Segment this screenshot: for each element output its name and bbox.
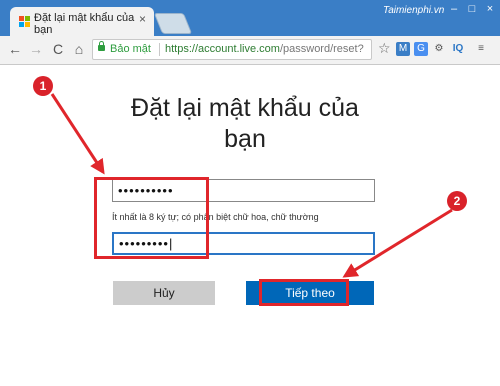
close-window-icon[interactable]: ×	[482, 2, 498, 16]
browser-tab[interactable]: Đặt lại mật khẩu của bạn ×	[10, 7, 154, 36]
settings-extension-icon[interactable]: ⚙	[432, 42, 446, 56]
annotation-badge-1: 1	[33, 76, 53, 96]
watermark-brand: Taimienphi.vn	[383, 5, 445, 16]
browser-toolbar: ← → C ⌂ Bảo mật https://account.live.com…	[0, 36, 500, 65]
lock-icon	[98, 41, 105, 51]
bookmark-star-icon[interactable]: ☆	[378, 40, 391, 57]
tab-title: Đặt lại mật khẩu của bạn	[34, 12, 135, 36]
cancel-button[interactable]: Hủy	[113, 281, 215, 305]
home-icon[interactable]: ⌂	[70, 40, 88, 58]
tab-strip: Đặt lại mật khẩu của bạn × Taimienphi.vn…	[0, 0, 500, 36]
extension-icon[interactable]: M	[396, 42, 410, 56]
browser-window: Đặt lại mật khẩu của bạn × Taimienphi.vn…	[0, 0, 500, 386]
iq-extension-icon[interactable]: IQ	[451, 42, 465, 56]
url-divider	[159, 43, 160, 56]
url-host: https://account.live.com	[165, 43, 280, 55]
tab-close-icon[interactable]: ×	[139, 12, 146, 26]
annotation-badge-2: 2	[447, 191, 467, 211]
microsoft-logo-icon	[19, 16, 30, 27]
minimize-icon[interactable]: –	[446, 2, 462, 16]
reload-icon[interactable]: C	[49, 40, 67, 58]
back-icon[interactable]: ←	[6, 40, 24, 58]
annotation-box-fields	[94, 177, 209, 259]
annotation-box-next	[259, 279, 349, 306]
forward-icon[interactable]: →	[27, 40, 45, 58]
address-bar[interactable]: Bảo mật https://account.live.com/passwor…	[92, 39, 372, 60]
url-text: https://account.live.com/password/reset?	[165, 40, 364, 59]
translate-icon[interactable]: G	[414, 42, 428, 56]
url-path: /password/reset?	[279, 43, 364, 55]
menu-icon[interactable]: ≡	[474, 42, 488, 56]
secure-label: Bảo mật	[110, 43, 151, 55]
page-title: Đặt lại mật khẩu của bạn	[131, 94, 359, 153]
new-tab-button[interactable]	[153, 13, 193, 34]
page-content: Đặt lại mật khẩu của bạn •••••••••• Ít n…	[0, 65, 500, 386]
maximize-icon[interactable]: □	[464, 2, 480, 16]
